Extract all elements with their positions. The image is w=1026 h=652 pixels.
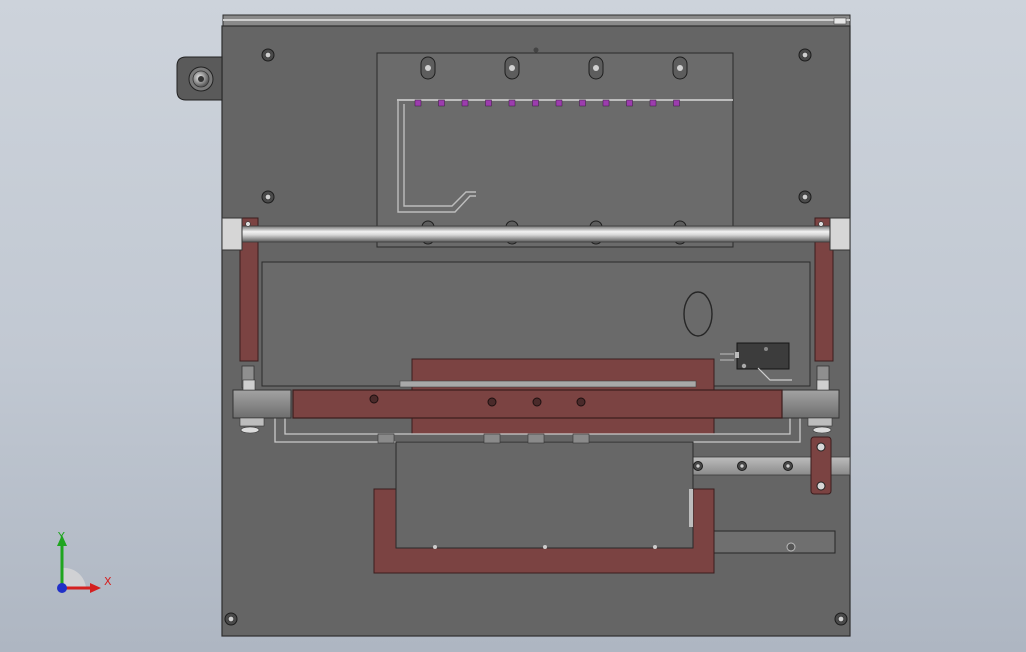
knob-icon[interactable] — [176, 56, 223, 101]
marker — [626, 99, 633, 107]
cad-model[interactable] — [0, 0, 1026, 652]
screw-head — [739, 463, 745, 469]
marker — [602, 99, 610, 107]
oval-cutout — [683, 291, 713, 337]
block-dot — [653, 545, 657, 549]
tab — [572, 433, 590, 444]
coordinate-triad-icon[interactable]: Y X — [50, 530, 120, 600]
lower-plate[interactable] — [711, 530, 836, 554]
slot-screw — [425, 65, 431, 71]
screw-head — [801, 194, 808, 201]
bar-hole — [369, 394, 379, 404]
marker — [532, 99, 539, 107]
tab — [377, 433, 395, 444]
marker — [485, 99, 492, 107]
bar-hole — [532, 397, 542, 407]
bar-hole — [576, 397, 586, 407]
tab — [527, 433, 545, 444]
bar-hole — [487, 397, 497, 407]
upper-inset-panel[interactable] — [376, 52, 734, 248]
y-axis-label: Y — [58, 530, 65, 543]
screw-head — [695, 463, 701, 469]
marker — [579, 99, 586, 107]
screw-head — [837, 615, 844, 622]
screw-head — [228, 615, 235, 622]
screw-head — [264, 194, 271, 201]
screw-head — [801, 51, 808, 58]
tab — [483, 433, 501, 444]
cad-viewport[interactable]: Y X — [0, 0, 1026, 652]
block-dot — [433, 545, 437, 549]
x-axis-label: X — [104, 575, 112, 588]
marker — [555, 99, 563, 107]
slot-pin — [533, 47, 539, 53]
screw-head — [785, 463, 791, 469]
marker — [673, 99, 680, 107]
block-edge — [689, 489, 693, 527]
marker — [649, 99, 657, 107]
slot-screw — [593, 65, 599, 71]
guide-shaft[interactable] — [221, 225, 851, 243]
screw-head — [264, 51, 271, 58]
slot-screw — [677, 65, 683, 71]
marker — [461, 99, 469, 107]
marker — [438, 99, 445, 107]
marker — [508, 99, 516, 107]
marker — [414, 99, 422, 107]
central-block[interactable] — [395, 441, 694, 549]
block-dot — [543, 545, 547, 549]
slot-screw — [509, 65, 515, 71]
